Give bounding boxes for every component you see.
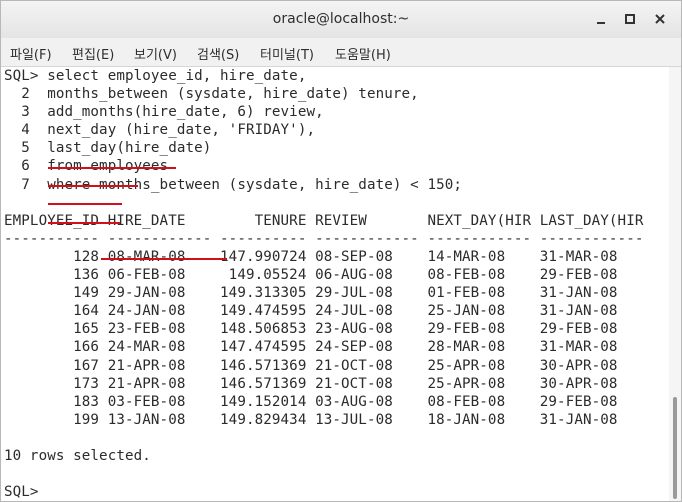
menu-view[interactable]: 보기(V): [134, 44, 177, 63]
terminal-window: oracle@localhost:~ 파일(F) 편집(E) 보기(V) 검색(…: [0, 0, 682, 502]
underline-last-day: [48, 222, 120, 224]
scrollbar-thumb[interactable]: [673, 397, 677, 499]
maximize-button[interactable]: [618, 7, 642, 31]
scrollbar[interactable]: [669, 67, 681, 501]
underline-months-between-2: [101, 258, 227, 260]
close-button[interactable]: [648, 7, 672, 31]
menu-search[interactable]: 검색(S): [197, 44, 239, 63]
minimize-button[interactable]: [589, 7, 613, 31]
close-icon: [655, 14, 665, 24]
maximize-icon: [625, 14, 635, 24]
underline-add-months: [48, 185, 138, 187]
window-title: oracle@localhost:~: [272, 11, 410, 27]
minimize-icon: [597, 22, 605, 24]
menu-terminal[interactable]: 터미널(T): [260, 44, 314, 63]
menu-file[interactable]: 파일(F): [10, 44, 52, 63]
title-bar[interactable]: oracle@localhost:~: [1, 1, 681, 39]
menu-bar: 파일(F) 편집(E) 보기(V) 검색(S) 터미널(T) 도움말(H): [1, 38, 681, 67]
menu-help[interactable]: 도움말(H): [335, 44, 391, 63]
underline-next-day: [48, 203, 122, 205]
menu-edit[interactable]: 편집(E): [72, 44, 114, 63]
underline-months-between-1: [48, 167, 176, 169]
terminal-output[interactable]: SQL> select employee_id, hire_date, 2 mo…: [1, 67, 669, 501]
terminal-text: SQL> select employee_id, hire_date, 2 mo…: [4, 68, 644, 501]
